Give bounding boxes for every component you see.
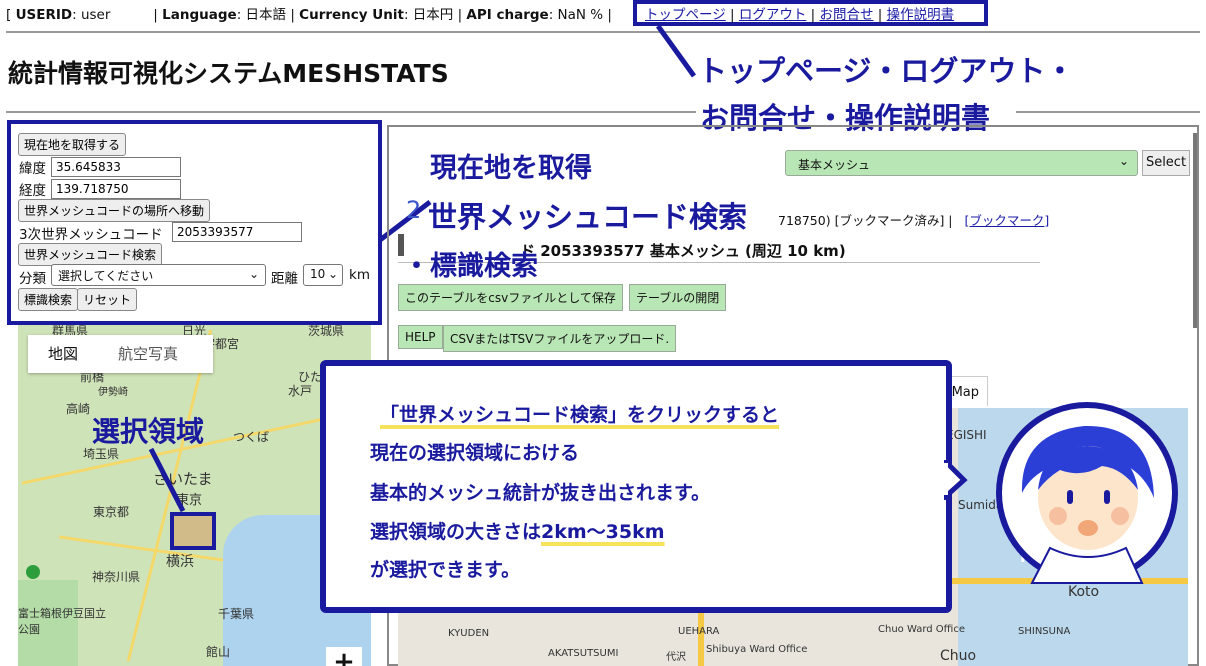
map-label: Shibuya Ward Office xyxy=(706,644,808,655)
user-info-bar: [ USERID: user | Language: 日本語 | Currenc… xyxy=(6,7,617,23)
top-divider xyxy=(6,31,1200,33)
link-contact[interactable]: お問合せ xyxy=(820,7,874,23)
category-select[interactable]: 選択してください ⌄ xyxy=(51,264,266,286)
userid-value: user xyxy=(80,7,111,23)
distance-select-value: 10 xyxy=(310,267,326,281)
sign-search-button[interactable]: 標識検索 xyxy=(18,288,79,311)
lon-input[interactable] xyxy=(51,179,181,199)
bubble-line-4: 選択領域の大きさは2km〜35km xyxy=(370,517,665,544)
selected-area-pointer xyxy=(148,447,186,513)
mesh-info: 718750) [ブックマーク済み] | [ブックマーク] xyxy=(778,210,1049,229)
map-label: AKATSUTSUMI xyxy=(548,648,619,659)
currency-value: 日本円 xyxy=(412,7,454,23)
link-logout[interactable]: ログアウト xyxy=(739,7,807,23)
save-csv-button[interactable]: このテーブルをcsvファイルとして保存 xyxy=(398,284,623,311)
annotation-mesh-search: 世界メッシュコード検索 xyxy=(428,200,748,234)
userid-label: USERID xyxy=(15,7,73,23)
get-location-button[interactable]: 現在地を取得する xyxy=(18,133,127,156)
title-divider-left xyxy=(6,111,696,113)
category-select-value: 選択してください xyxy=(58,269,154,283)
bubble-line-4-pre: 選択領域の大きさは xyxy=(370,521,542,543)
title-divider-right xyxy=(1016,111,1200,113)
map-label: 館山 xyxy=(206,645,231,659)
map-label: 伊勢崎 xyxy=(98,387,128,398)
page-title: 統計情報可視化システムMESHSTATS xyxy=(8,59,449,88)
map-type-control: 地図 航空写真 xyxy=(28,335,213,373)
link-top-page[interactable]: トップページ xyxy=(645,7,726,23)
tab-map[interactable]: 地図 xyxy=(48,343,78,364)
annotation-get-location: 現在地を取得 xyxy=(430,153,592,184)
header-links: トップページ | ログアウト | お問合せ | 操作説明書 xyxy=(645,7,955,23)
bubble-line-5: が選択できます。 xyxy=(370,559,521,581)
reset-button[interactable]: リセット xyxy=(77,288,138,311)
mesh-heading: ド 2053393577 基本メッシュ (周辺 10 km) xyxy=(520,242,846,260)
selected-area-box xyxy=(170,512,216,550)
lon-label: 経度 xyxy=(19,183,46,199)
link-manual[interactable]: 操作説明書 xyxy=(887,7,955,23)
language-label: Language xyxy=(162,7,237,23)
mesh-info-text: 718750) [ブックマーク済み] | xyxy=(778,213,953,228)
selected-area-label: 選択領域 xyxy=(92,415,205,448)
distance-label: 距離 xyxy=(271,271,298,287)
map-label: 富士箱根伊豆国立公園 xyxy=(18,607,106,636)
distance-unit: km xyxy=(349,267,370,283)
scrollbar[interactable] xyxy=(1193,133,1197,328)
map-pin-icon xyxy=(26,565,40,579)
chevron-down-icon: ⌄ xyxy=(1118,154,1129,168)
select-button[interactable]: Select xyxy=(1142,150,1190,176)
upload-button[interactable]: CSVまたはTSVファイルをアップロード. xyxy=(443,325,677,352)
map-label: 高崎 xyxy=(66,402,91,416)
mesh-search-button[interactable]: 世界メッシュコード検索 xyxy=(18,243,163,266)
bubble-line-1: 「世界メッシュコード検索」をクリックすると xyxy=(380,400,779,427)
bubble-line-4-highlight: 2km〜35km xyxy=(541,521,665,543)
mesh-type-value: 基本メッシュ xyxy=(798,158,871,172)
map-label: 代沢 xyxy=(666,652,686,663)
chevron-down-icon: ⌄ xyxy=(248,267,259,281)
mesh-type-select[interactable]: 基本メッシュ ⌄ xyxy=(785,150,1138,176)
help-button[interactable]: HELP xyxy=(398,325,443,349)
map-label: UEHARA xyxy=(678,626,720,637)
map-label: SHINSUNA xyxy=(1018,626,1071,637)
map-label: 横浜 xyxy=(166,554,194,570)
api-value: NaN % xyxy=(557,7,604,23)
map-label: EGISHI xyxy=(946,428,987,442)
lat-label: 緯度 xyxy=(19,161,46,177)
annotation-sign-search: ・標識検索 xyxy=(403,251,538,282)
map-label: つくば xyxy=(233,430,270,444)
api-label: API charge xyxy=(466,7,549,23)
map-label: Chuo Ward Office xyxy=(878,624,965,635)
bookmark-link[interactable]: [ブックマーク] xyxy=(964,213,1049,228)
distance-select[interactable]: 10 ⌄ xyxy=(303,264,343,286)
map-label: 千葉県 xyxy=(218,607,255,621)
map-label: 東京都 xyxy=(93,505,130,519)
bubble-line-3: 基本的メッシュ統計が抜き出されます。 xyxy=(370,482,711,504)
currency-label: Currency Unit xyxy=(299,7,404,23)
bubble-tail xyxy=(944,460,968,500)
mesh3-label: 3次世界メッシュコード xyxy=(19,227,163,243)
map-label: KYUDEN xyxy=(448,628,490,639)
mesh-number: 2 xyxy=(406,196,422,224)
chevron-down-icon: ⌄ xyxy=(327,267,338,281)
category-label: 分類 xyxy=(19,271,46,287)
map-label: 神奈川県 xyxy=(92,570,141,584)
map-label: Chuo xyxy=(940,648,977,664)
move-to-mesh-button[interactable]: 世界メッシュコードの場所へ移動 xyxy=(18,199,211,222)
tab-aerial[interactable]: 航空写真 xyxy=(118,343,178,364)
lat-input[interactable] xyxy=(51,157,181,177)
language-value: 日本語 xyxy=(245,7,287,23)
map-label: 茨城県 xyxy=(308,325,345,338)
mesh3-input[interactable] xyxy=(172,222,302,242)
bubble-line-2: 現在の選択領域における xyxy=(370,442,580,464)
bubble-line-1-text: 「世界メッシュコード検索」をクリックすると xyxy=(380,404,780,426)
map-label: ひた xyxy=(298,370,323,384)
links-callout-text-1: トップページ・ログアウト・ xyxy=(698,54,1075,88)
avatar xyxy=(996,402,1178,584)
toggle-table-button[interactable]: テーブルの開閉 xyxy=(629,284,727,311)
zoom-in-button[interactable]: + xyxy=(326,647,362,666)
